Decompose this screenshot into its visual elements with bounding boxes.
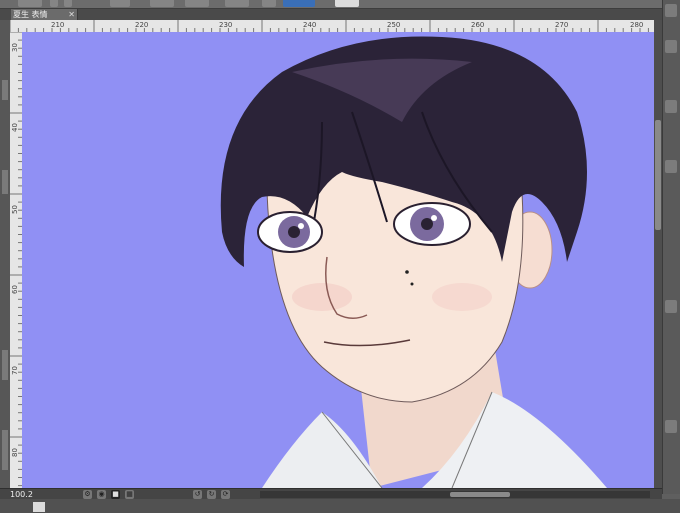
portrait-illustration [220,36,607,488]
undo-icon[interactable] [110,0,130,7]
ruler-label: 280 [630,21,644,29]
ruler-label: 70 [11,366,19,375]
palette-handle[interactable] [2,80,8,100]
palette-handle[interactable] [2,350,8,380]
document-tab-bar: 夏生 表情 ✕ [0,9,680,20]
eye-icon[interactable]: ◉ [97,490,106,499]
ruler-label: 250 [387,21,401,29]
mole [405,270,409,274]
rotate-icon[interactable]: ⟳ [221,490,230,499]
drawing-canvas[interactable] [22,32,654,488]
right-palette-strip [662,0,680,494]
ruler-label: 260 [471,21,485,29]
document-tab-title: 夏生 表情 [13,10,48,19]
tool-icon[interactable] [18,0,42,7]
ruler-left-ticks [10,32,22,487]
ruler-icon[interactable] [262,0,276,7]
horizontal-scrollbar[interactable] [260,491,650,498]
panel-icon[interactable] [33,502,45,512]
transform-icon[interactable] [185,0,209,7]
ruler-label: 240 [303,21,317,29]
vertical-scrollbar[interactable] [654,20,662,488]
open-file-icon[interactable] [64,0,72,7]
close-icon[interactable]: ✕ [68,9,75,20]
palette-toggle-icon[interactable] [665,40,677,53]
shirt-collar-left [262,412,382,488]
ruler-label: 80 [11,448,19,457]
palette-handle[interactable] [2,430,8,470]
vertical-scroll-thumb[interactable] [655,120,661,230]
new-file-icon[interactable] [50,0,58,7]
bottom-panel [0,499,680,513]
grid-icon[interactable]: ▦ [125,490,134,499]
ruler-label: 210 [51,21,65,29]
select-icon[interactable] [150,0,174,7]
main-toolbar [0,0,680,9]
ruler-label: 270 [555,21,569,29]
palette-toggle-icon[interactable] [665,160,677,173]
ruler-label: 50 [11,205,19,214]
color-icon[interactable] [335,0,359,7]
mole [410,282,414,286]
palette-handle[interactable] [2,170,8,194]
ruler-label: 30 [11,43,19,52]
rotate-left-icon[interactable]: ↺ [193,490,202,499]
palette-toggle-icon[interactable] [665,300,677,313]
document-tab[interactable]: 夏生 表情 ✕ [11,9,78,20]
ruler-label: 230 [219,21,233,29]
ruler-label: 220 [135,21,149,29]
palette-toggle-icon[interactable] [665,420,677,433]
ruler-label: 60 [11,285,19,294]
horizontal-scroll-thumb[interactable] [450,492,510,497]
layer-icon[interactable]: ■ [111,490,120,499]
rotate-right-icon[interactable]: ↻ [207,490,216,499]
palette-toggle-icon[interactable] [665,4,677,17]
palette-toggle-icon[interactable] [665,100,677,113]
ruler-label: 40 [11,123,19,132]
settings-icon[interactable]: ⚙ [83,490,92,499]
snap-icon[interactable] [283,0,315,7]
pen-icon[interactable] [225,0,249,7]
